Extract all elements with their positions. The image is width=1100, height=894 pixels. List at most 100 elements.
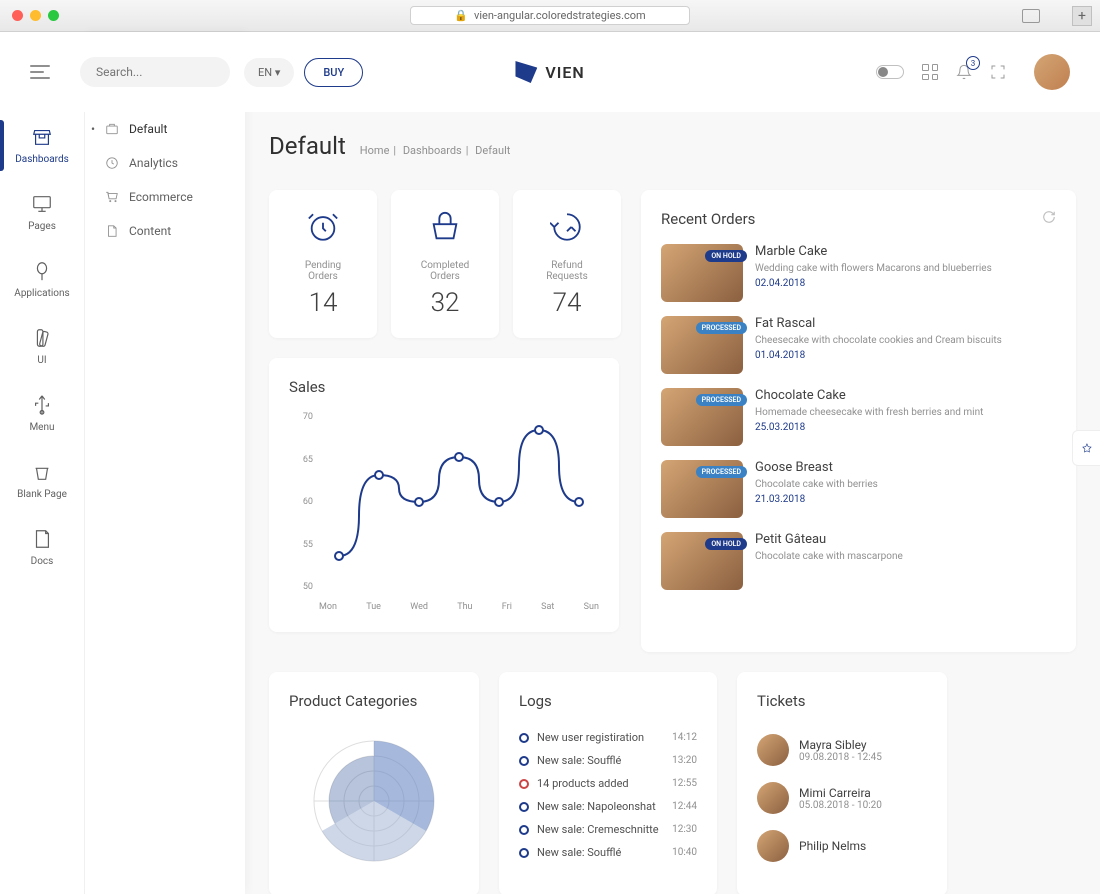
nav-blank-page[interactable]: Blank Page [0, 447, 84, 514]
user-avatar[interactable] [1034, 54, 1070, 90]
ticket-item[interactable]: Philip Nelms [757, 822, 927, 870]
sales-card: Sales 7065605550 MonTueWedThuFriSatSun [269, 358, 619, 632]
submenu-default[interactable]: Default [85, 112, 245, 146]
order-item[interactable]: ON HOLD Marble Cake Wedding cake with fl… [661, 244, 1056, 302]
order-item[interactable]: PROCESSED Goose Breast Chocolate cake wi… [661, 460, 1056, 518]
ticket-item[interactable]: Mimi Carreira 05.08.2018 - 10:20 [757, 774, 927, 822]
nav-docs[interactable]: Docs [0, 514, 84, 581]
sales-chart: 7065605550 MonTueWedThuFriSatSun [289, 412, 599, 612]
submenu-analytics[interactable]: Analytics [85, 146, 245, 180]
log-status-icon [519, 825, 529, 835]
log-item[interactable]: New sale: Soufflé 10:40 [519, 841, 697, 864]
log-time: 12:55 [672, 778, 697, 789]
log-item[interactable]: New sale: Soufflé 13:20 [519, 749, 697, 772]
card-title: Tickets [757, 692, 927, 710]
cart-icon [105, 190, 119, 204]
ticket-avatar [757, 830, 789, 862]
file-icon [105, 224, 119, 238]
balloon-icon [31, 260, 53, 282]
order-thumbnail: PROCESSED [661, 460, 743, 518]
language-selector[interactable]: EN ▾ [244, 58, 294, 87]
order-desc: Cheesecake with chocolate cookies and Cr… [755, 334, 1056, 347]
log-item[interactable]: New user registiration 14:12 [519, 726, 697, 749]
basket-icon [428, 210, 462, 244]
brand-name: VIEN [545, 63, 584, 82]
stat-value: 32 [411, 288, 479, 318]
refresh-icon[interactable] [1042, 210, 1056, 224]
new-tab-button[interactable]: + [1072, 6, 1092, 26]
window-controls[interactable] [12, 10, 59, 21]
order-date: 25.03.2018 [755, 422, 1056, 433]
secondary-sidebar: Default Analytics Ecommerce Content [85, 32, 245, 894]
buy-button[interactable]: BUY [304, 58, 363, 87]
order-status-badge: ON HOLD [705, 250, 747, 262]
primary-sidebar: Dashboards Pages Applications UI Menu Bl… [0, 32, 85, 894]
crumb-dashboards[interactable]: Dashboards [403, 144, 462, 157]
nav-label: Applications [14, 288, 69, 299]
order-item[interactable]: ON HOLD Petit Gâteau Chocolate cake with… [661, 532, 1056, 590]
pantone-icon [31, 327, 53, 349]
nav-dashboards[interactable]: Dashboards [0, 112, 84, 179]
nav-label: Blank Page [17, 489, 67, 500]
order-title: Chocolate Cake [755, 388, 1056, 403]
pin-sidebar-button[interactable] [1072, 430, 1100, 466]
stat-completed-orders[interactable]: Completed Orders 32 [391, 190, 499, 338]
order-desc: Chocolate cake with mascarpone [755, 550, 1056, 563]
submenu-ecommerce[interactable]: Ecommerce [85, 180, 245, 214]
dark-mode-toggle[interactable] [876, 65, 904, 79]
log-item[interactable]: New sale: Napoleonshat 12:44 [519, 795, 697, 818]
fullscreen-icon[interactable] [990, 64, 1006, 80]
product-categories-card: Product Categories [269, 672, 479, 894]
minimize-window-icon[interactable] [30, 10, 41, 21]
clock-icon [105, 156, 119, 170]
ticket-name: Philip Nelms [799, 839, 866, 853]
share-icon[interactable] [1022, 9, 1040, 23]
nav-pages[interactable]: Pages [0, 179, 84, 246]
ticket-item[interactable]: Mayra Sibley 09.08.2018 - 12:45 [757, 726, 927, 774]
log-time: 10:40 [672, 847, 697, 858]
book-icon [31, 528, 53, 550]
crumb-home[interactable]: Home [360, 144, 390, 157]
order-item[interactable]: PROCESSED Fat Rascal Cheesecake with cho… [661, 316, 1056, 374]
apps-grid-icon[interactable] [922, 64, 938, 80]
nav-ui[interactable]: UI [0, 313, 84, 380]
search-box[interactable] [80, 57, 230, 87]
ticket-name: Mimi Carreira [799, 786, 882, 800]
nav-menu[interactable]: Menu [0, 380, 84, 447]
order-status-badge: PROCESSED [696, 322, 747, 334]
polar-chart [299, 726, 449, 876]
url-bar[interactable]: 🔒 vien-angular.coloredstrategies.com [410, 6, 690, 25]
order-thumbnail: ON HOLD [661, 244, 743, 302]
order-thumbnail: PROCESSED [661, 388, 743, 446]
brand-logo[interactable]: VIEN [515, 61, 584, 83]
order-title: Goose Breast [755, 460, 1056, 475]
nav-applications[interactable]: Applications [0, 246, 84, 313]
topbar: EN ▾ BUY VIEN 3 [0, 32, 1100, 112]
menu-toggle-icon[interactable] [30, 65, 50, 79]
log-text: New sale: Soufflé [537, 754, 664, 767]
log-item[interactable]: New sale: Cremeschnitte 12:30 [519, 818, 697, 841]
submenu-content[interactable]: Content [85, 214, 245, 248]
bucket-icon [31, 461, 53, 483]
maximize-window-icon[interactable] [48, 10, 59, 21]
order-status-badge: ON HOLD [705, 538, 747, 550]
order-item[interactable]: PROCESSED Chocolate Cake Homemade cheese… [661, 388, 1056, 446]
log-status-icon [519, 848, 529, 858]
page-title: Default [269, 132, 346, 160]
log-item[interactable]: 14 products added 12:55 [519, 772, 697, 795]
order-thumbnail: ON HOLD [661, 532, 743, 590]
notifications-button[interactable]: 3 [956, 64, 972, 80]
close-window-icon[interactable] [12, 10, 23, 21]
stat-label: Completed Orders [411, 260, 479, 282]
crumb-current: Default [475, 144, 510, 157]
ticket-date: 09.08.2018 - 12:45 [799, 752, 882, 763]
order-title: Marble Cake [755, 244, 1056, 259]
card-title: Logs [519, 692, 697, 710]
order-desc: Chocolate cake with berries [755, 478, 1056, 491]
stat-pending-orders[interactable]: Pending Orders 14 [269, 190, 377, 338]
stat-refund-requests[interactable]: Refund Requests 74 [513, 190, 621, 338]
nav-label: Menu [29, 422, 54, 433]
card-title: Recent Orders [661, 210, 1056, 228]
search-input[interactable] [96, 65, 252, 79]
lock-icon: 🔒 [454, 9, 468, 22]
